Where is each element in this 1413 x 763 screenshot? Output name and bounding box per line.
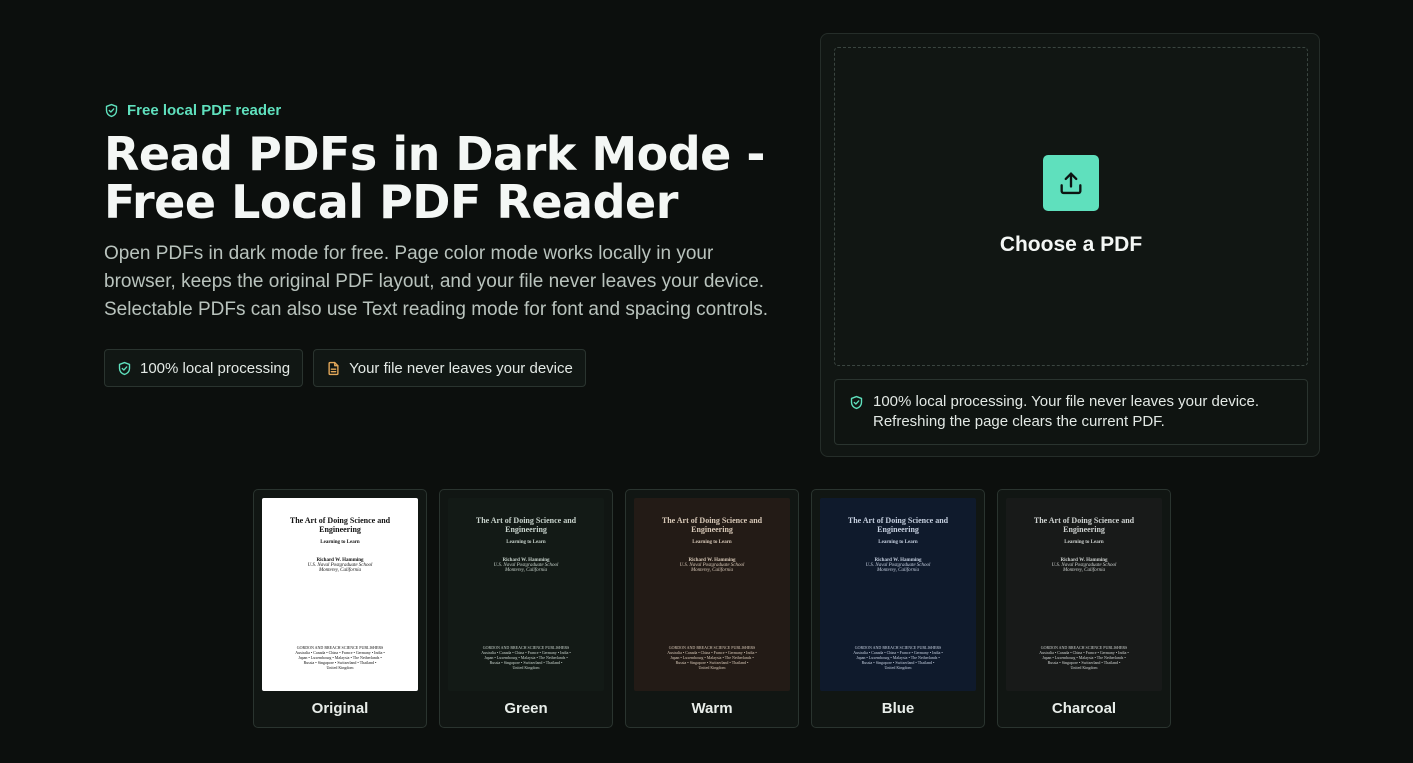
choose-pdf-label[interactable]: Choose a PDF (1000, 233, 1142, 257)
chip-local-processing: 100% local processing (104, 349, 304, 387)
title-line-2: Free Local PDF Reader (104, 175, 678, 229)
upload-panel: Choose a PDF 100% local processing. Your… (820, 33, 1320, 457)
description-line-3: Selectable PDFs can also use Text readin… (104, 299, 768, 320)
thumb-title: The Art of Doing Science and Engineering (475, 516, 577, 534)
thumb-publisher: GORDON AND BREACH SCIENCE PUBLISHERS Aust… (1039, 645, 1129, 670)
theme-previews: The Art of Doing Science and Engineering L… (253, 489, 1171, 728)
description-line-2: browser, keeps the original PDF layout, … (104, 271, 765, 292)
theme-thumbnail: The Art of Doing Science and Engineering L… (262, 498, 418, 691)
theme-name: Green (504, 700, 548, 717)
page: Free local PDF reader Read PDFs in Dark … (0, 0, 1413, 763)
thumb-title: The Art of Doing Science and Engineering (661, 516, 763, 534)
thumb-title: The Art of Doing Science and Engineering (1033, 516, 1135, 534)
upload-icon (1060, 172, 1082, 195)
notice-line-1: 100% local processing. Your file never l… (873, 393, 1260, 410)
theme-card-blue[interactable]: The Art of Doing Science and Engineering L… (811, 489, 985, 728)
shield-check-icon (850, 395, 863, 410)
shield-check-icon (118, 361, 131, 375)
thumb-subtitle: Learning to Learn (320, 540, 360, 545)
chip-file-stays-local: Your file never leaves your device (313, 349, 586, 387)
feature-chips: 100% local processing Your file never le… (104, 349, 794, 387)
theme-thumbnail: The Art of Doing Science and Engineering L… (820, 498, 976, 691)
theme-thumbnail: The Art of Doing Science and Engineering L… (1006, 498, 1162, 691)
thumb-title: The Art of Doing Science and Engineering (289, 516, 391, 534)
thumb-subtitle: Learning to Learn (878, 540, 918, 545)
chip-label: Your file never leaves your device (349, 359, 573, 377)
notice-line-2: Refreshing the page clears the current P… (873, 413, 1165, 430)
hero-section: Free local PDF reader Read PDFs in Dark … (104, 100, 794, 387)
theme-name: Original (311, 700, 369, 717)
thumb-publisher: GORDON AND BREACH SCIENCE PUBLISHERS Aust… (667, 645, 757, 670)
thumb-affiliation: U.S. Naval Postgraduate School Monterey, … (865, 563, 931, 573)
eyebrow: Free local PDF reader (104, 100, 794, 120)
description-line-1: Open PDFs in dark mode for free. Page co… (104, 243, 714, 264)
thumb-publisher: GORDON AND BREACH SCIENCE PUBLISHERS Aust… (853, 645, 943, 670)
theme-thumbnail: The Art of Doing Science and Engineering L… (634, 498, 790, 691)
theme-name: Blue (881, 700, 915, 717)
theme-name: Charcoal (1051, 700, 1117, 717)
document-icon (328, 361, 339, 375)
thumb-subtitle: Learning to Learn (692, 540, 732, 545)
thumb-subtitle: Learning to Learn (506, 540, 546, 545)
privacy-notice: 100% local processing. Your file never l… (834, 379, 1308, 445)
thumb-title: The Art of Doing Science and Engineering (847, 516, 949, 534)
thumb-affiliation: U.S. Naval Postgraduate School Monterey, … (493, 563, 559, 573)
thumb-affiliation: U.S. Naval Postgraduate School Monterey, … (679, 563, 745, 573)
thumb-affiliation: U.S. Naval Postgraduate School Monterey, … (1051, 563, 1117, 573)
theme-name: Warm (691, 700, 733, 717)
eyebrow-label: Free local PDF reader (127, 101, 282, 119)
thumb-affiliation: U.S. Naval Postgraduate School Monterey, … (307, 563, 373, 573)
thumb-publisher: GORDON AND BREACH SCIENCE PUBLISHERS Aust… (481, 645, 571, 670)
theme-thumbnail: The Art of Doing Science and Engineering L… (448, 498, 604, 691)
page-title: Read PDFs in Dark Mode - Free Local PDF … (104, 130, 794, 226)
title-line-1: Read PDFs in Dark Mode - (104, 127, 765, 181)
thumb-subtitle: Learning to Learn (1064, 540, 1104, 545)
privacy-notice-text: 100% local processing. Your file never l… (873, 392, 1259, 432)
theme-card-warm[interactable]: The Art of Doing Science and Engineering L… (625, 489, 799, 728)
page-description: Open PDFs in dark mode for free. Page co… (104, 240, 794, 324)
thumb-publisher: GORDON AND BREACH SCIENCE PUBLISHERS Aust… (295, 645, 385, 670)
shield-check-icon (105, 103, 118, 117)
theme-card-original[interactable]: The Art of Doing Science and Engineering L… (253, 489, 427, 728)
theme-card-green[interactable]: The Art of Doing Science and Engineering L… (439, 489, 613, 728)
pdf-dropzone[interactable]: Choose a PDF (834, 47, 1308, 366)
chip-label: 100% local processing (140, 359, 291, 377)
theme-card-charcoal[interactable]: The Art of Doing Science and Engineering L… (997, 489, 1171, 728)
upload-button[interactable] (1043, 155, 1099, 211)
